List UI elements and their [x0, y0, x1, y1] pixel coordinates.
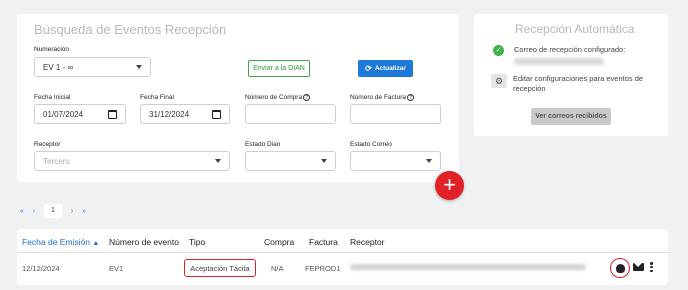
fecha-final-input[interactable]: 31/12/2024 [140, 104, 230, 124]
chevron-down-icon [321, 159, 327, 163]
check-circle-icon: ✓ [493, 45, 504, 56]
fecha-inicial-input[interactable]: 01/07/2024 [34, 104, 126, 124]
chevron-down-icon [215, 159, 221, 163]
pager-next[interactable]: › [66, 208, 78, 215]
chevron-down-icon [426, 159, 432, 163]
cell-evento: EV1 [109, 264, 124, 273]
estado-dian-label: Estado Dian [245, 141, 281, 148]
estado-dian-select[interactable] [245, 151, 336, 171]
pagination: « ‹ 1 › » [16, 204, 90, 218]
correo-configurado-row: ✓ Correo de recepción configurado: [493, 45, 625, 56]
cell-tipo: Aceptación Tácita [184, 259, 256, 277]
pager-prev[interactable]: ‹ [28, 208, 40, 215]
th-tipo: Tipo [189, 237, 206, 247]
th-numero-evento: Número de evento [109, 237, 179, 247]
estado-correo-label: Estado Correo [350, 141, 392, 148]
sort-asc-icon: ▲ [92, 240, 100, 247]
ver-correos-button[interactable]: Ver correos recibidos [531, 108, 611, 125]
search-panel-title: Búsqueda de Eventos Recepción [34, 22, 227, 37]
cell-receptor-redacted [350, 264, 586, 270]
correo-configurado-text: Correo de recepción configurado: [514, 45, 626, 54]
editar-config-text: Editar configuraciones para eventos de r… [513, 74, 644, 93]
th-compra: Compra [264, 237, 295, 247]
calendar-icon[interactable] [108, 110, 117, 119]
mail-icon[interactable] [633, 263, 644, 271]
numeracion-select[interactable]: EV 1 - ∞ [34, 57, 151, 77]
th-factura: Factura [309, 237, 338, 247]
actualizar-button[interactable]: ⟳ Actualizar [358, 60, 413, 77]
th-receptor: Receptor [350, 237, 385, 247]
receptor-select[interactable]: Tercero [34, 151, 230, 171]
plus-icon: + [443, 172, 456, 197]
enviar-dian-button[interactable]: Enviar a la DIAN [248, 60, 310, 77]
fecha-final-label: Fecha Final [140, 94, 174, 101]
fecha-inicial-value: 01/07/2024 [43, 109, 84, 119]
cell-compra: N/A [271, 264, 284, 273]
cell-factura: FEPROD1 [305, 264, 341, 273]
numeracion-value: EV 1 - ∞ [43, 62, 74, 72]
editar-config-row[interactable]: ⚙ Editar configuraciones para eventos de… [491, 74, 651, 94]
estado-correo-select[interactable] [350, 151, 441, 171]
add-button[interactable]: + [435, 171, 464, 200]
receptor-placeholder: Tercero [43, 156, 70, 166]
numeracion-label: Numeración [34, 46, 70, 53]
numero-factura-label: Número de Factura? [350, 94, 414, 101]
cell-fecha: 12/12/2024 [22, 264, 60, 273]
numero-factura-input[interactable] [350, 104, 441, 124]
hand-icon [615, 263, 625, 273]
gears-icon: ⚙ [491, 74, 507, 88]
header-divider [17, 252, 668, 253]
help-icon[interactable]: ? [303, 94, 311, 101]
more-options-icon[interactable] [650, 262, 653, 272]
refresh-icon: ⟳ [365, 64, 372, 73]
event-action-button[interactable] [610, 258, 630, 278]
fecha-inicial-label: Fecha Inicial [34, 94, 71, 101]
pager-last[interactable]: » [78, 208, 90, 215]
numero-compra-label: Número de Compra? [245, 94, 311, 101]
th-fecha-emision[interactable]: Fecha de Emisión ▲ [22, 237, 99, 247]
pager-first[interactable]: « [16, 208, 28, 215]
fecha-final-value: 31/12/2024 [149, 109, 190, 119]
configured-email-redacted [514, 58, 604, 65]
calendar-icon[interactable] [212, 110, 221, 119]
auto-panel-title: Recepción Automática [515, 22, 635, 36]
help-icon[interactable]: ? [407, 94, 414, 101]
numero-compra-input[interactable] [245, 104, 336, 124]
pager-page-1[interactable]: 1 [44, 204, 62, 218]
chevron-down-icon [136, 65, 142, 69]
actualizar-label: Actualizar [374, 65, 406, 72]
receptor-label: Receptor [34, 141, 61, 148]
